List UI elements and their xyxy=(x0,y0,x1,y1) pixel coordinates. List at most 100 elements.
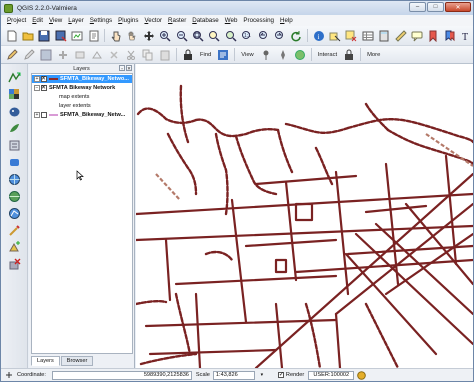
cut-features-icon[interactable] xyxy=(124,48,138,62)
add-vector-layer-icon[interactable] xyxy=(6,70,22,85)
menu-vector[interactable]: Vector xyxy=(141,17,165,24)
tab-layers[interactable]: Layers xyxy=(31,356,60,366)
field-calculator-icon[interactable] xyxy=(378,29,391,43)
add-wfs-layer-icon[interactable] xyxy=(6,206,22,221)
menu-help[interactable]: Help xyxy=(277,17,296,24)
refresh-icon[interactable] xyxy=(290,29,303,43)
find-options-icon[interactable] xyxy=(216,48,230,62)
add-mssql-layer-icon[interactable] xyxy=(6,138,22,153)
edit-pencil-icon[interactable] xyxy=(22,48,36,62)
toggle-editing-icon[interactable] xyxy=(5,48,19,62)
coordinate-field[interactable]: 5989390,2125836 xyxy=(51,370,192,380)
add-wcs-layer-icon[interactable] xyxy=(6,189,22,204)
zoom-last-icon[interactable] xyxy=(257,29,270,43)
delete-selected-icon[interactable] xyxy=(107,48,121,62)
add-delimited-text-icon[interactable] xyxy=(6,223,22,238)
interact-lock-icon[interactable] xyxy=(342,48,356,62)
menu-project[interactable]: Project xyxy=(4,17,29,24)
add-postgis-layer-icon[interactable] xyxy=(6,104,22,119)
lock-icon[interactable] xyxy=(181,48,195,62)
zoom-native-icon[interactable]: 1:1 xyxy=(240,29,253,43)
view-pin-icon[interactable] xyxy=(259,48,273,62)
view-globe-icon[interactable] xyxy=(293,48,307,62)
zoom-full-icon[interactable] xyxy=(191,29,204,43)
render-checkbox[interactable] xyxy=(277,371,284,378)
zoom-in-icon[interactable] xyxy=(158,29,171,43)
new-shapefile-layer-icon[interactable] xyxy=(6,240,22,255)
messages-icon[interactable] xyxy=(357,370,367,380)
new-bookmark-icon[interactable] xyxy=(427,29,440,43)
menu-view[interactable]: View xyxy=(46,17,65,24)
node-tool-icon[interactable] xyxy=(90,48,104,62)
bikeway-network-map[interactable]: .r { stroke: #7a2222; stroke-width: 2.2;… xyxy=(136,64,473,368)
text-annotation-icon[interactable]: T xyxy=(459,29,472,43)
layer-row[interactable]: − SFMTA Bikeway Network xyxy=(32,84,115,92)
menu-raster[interactable]: Raster xyxy=(165,17,189,24)
zoom-to-selection-icon[interactable] xyxy=(208,29,221,43)
close-button[interactable]: ✕ xyxy=(445,2,471,12)
add-oracle-layer-icon[interactable] xyxy=(6,155,22,170)
add-raster-layer-icon[interactable] xyxy=(6,87,22,102)
zoom-next-icon[interactable] xyxy=(273,29,286,43)
map-tips-icon[interactable] xyxy=(410,29,423,43)
layer-row-selected[interactable]: + SFMTA_Bikeway_Netwo... xyxy=(32,75,132,83)
view-compass-icon[interactable] xyxy=(276,48,290,62)
menu-plugins[interactable]: Plugins xyxy=(115,17,141,24)
find-label[interactable]: Find xyxy=(198,52,213,58)
save-as-icon[interactable] xyxy=(54,29,67,43)
expand-toggle[interactable]: + xyxy=(34,76,40,82)
menu-edit[interactable]: Edit xyxy=(29,17,46,24)
view-label[interactable]: View xyxy=(239,52,255,58)
line-symbol-icon xyxy=(49,114,58,116)
add-wms-layer-icon[interactable] xyxy=(6,172,22,187)
new-print-composer-icon[interactable] xyxy=(71,29,84,43)
touch-zoom-icon[interactable] xyxy=(109,29,122,43)
minimize-button[interactable]: – xyxy=(409,2,426,12)
layer-visibility-checkbox[interactable] xyxy=(41,112,47,118)
collapse-toggle[interactable]: − xyxy=(34,85,40,91)
select-features-icon[interactable] xyxy=(328,29,341,43)
move-feature-icon[interactable] xyxy=(73,48,87,62)
add-spatialite-layer-icon[interactable] xyxy=(6,121,22,136)
zoom-to-layer-icon[interactable] xyxy=(224,29,237,43)
sublayer-row[interactable]: layer extents xyxy=(32,102,91,110)
maximize-button[interactable]: □ xyxy=(427,2,444,12)
map-canvas[interactable]: .r { stroke: #7a2222; stroke-width: 2.2;… xyxy=(136,64,473,368)
show-bookmarks-icon[interactable] xyxy=(443,29,456,43)
add-feature-icon[interactable] xyxy=(56,48,70,62)
float-panel-button[interactable]: ▫ xyxy=(119,65,125,71)
panel-controls: ▫ ✕ xyxy=(119,65,132,71)
menu-settings[interactable]: Settings xyxy=(87,17,115,24)
copy-features-icon[interactable] xyxy=(141,48,155,62)
sublayer-row[interactable]: map extents xyxy=(32,93,89,101)
menu-web[interactable]: Web xyxy=(222,17,241,24)
scale-field[interactable]: 1:43,826 xyxy=(212,370,255,380)
deselect-icon[interactable] xyxy=(345,29,358,43)
measure-icon[interactable] xyxy=(394,29,407,43)
crs-field[interactable]: USER:100002 xyxy=(308,370,355,380)
attribute-table-icon[interactable] xyxy=(361,29,374,43)
open-project-icon[interactable] xyxy=(21,29,34,43)
menu-database[interactable]: Database xyxy=(189,17,222,24)
scale-dropdown-icon[interactable]: ▾ xyxy=(256,371,268,380)
menu-layer[interactable]: Layer xyxy=(65,17,87,24)
tab-browser[interactable]: Browser xyxy=(60,356,94,366)
pan-to-selection-icon[interactable] xyxy=(142,29,155,43)
layer-visibility-checkbox[interactable] xyxy=(41,75,47,82)
new-project-icon[interactable] xyxy=(5,29,18,43)
zoom-out-icon[interactable] xyxy=(175,29,188,43)
paste-features-icon[interactable] xyxy=(158,48,172,62)
composer-manager-icon[interactable] xyxy=(87,29,100,43)
save-edits-icon[interactable] xyxy=(39,48,53,62)
interact-label[interactable]: Interact xyxy=(316,52,339,58)
expand-toggle[interactable]: + xyxy=(34,112,40,118)
menu-processing[interactable]: Processing xyxy=(240,17,277,24)
layer-visibility-checkbox[interactable] xyxy=(41,84,47,91)
layer-row[interactable]: + SFMTA_Bikeway_Netw... xyxy=(32,111,125,119)
pan-hand-icon[interactable] xyxy=(126,29,139,43)
save-project-icon[interactable] xyxy=(38,29,51,43)
close-panel-button[interactable]: ✕ xyxy=(126,65,132,71)
more-label[interactable]: More xyxy=(365,52,382,58)
identify-icon[interactable]: i xyxy=(312,29,325,43)
remove-layer-icon[interactable] xyxy=(6,257,22,272)
